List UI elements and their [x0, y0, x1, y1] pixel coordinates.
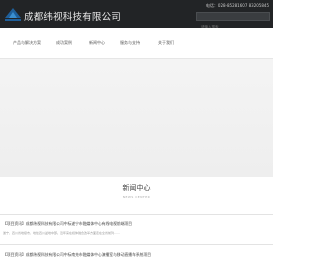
- nav-item-products[interactable]: 产品与解决方案: [13, 40, 41, 46]
- top-header-bar: 成都纬视科技有限公司 电话：028-85281607 83205845: [0, 0, 273, 31]
- search-box: [196, 12, 270, 31]
- news-item-summary: 遂宁，四川省地级市，地处四川盆地中部。近年来在媒体融合改革方面走在全省前列……: [3, 231, 121, 235]
- nav-item-about[interactable]: 关于我们: [158, 40, 174, 46]
- nav-item-service[interactable]: 服务与支持: [120, 40, 140, 46]
- nav-item-news[interactable]: 新闻中心: [89, 40, 105, 46]
- hero-banner: [0, 59, 273, 177]
- company-name: 成都纬视科技有限公司: [24, 12, 122, 23]
- news-item-title[interactable]: 【项目资讯】成都纬视科技有限公司中标南充市融媒体中心演播室与移动直播车系统项目: [3, 252, 151, 258]
- contact-phone: 电话：028-85281607 83205845: [205, 3, 269, 8]
- divider: [0, 244, 273, 245]
- company-logo[interactable]: [3, 4, 23, 24]
- nav-item-cases[interactable]: 成功案例: [56, 40, 72, 46]
- divider: [0, 214, 273, 215]
- section-title: 新闻中心: [122, 184, 151, 192]
- main-navigation: 产品与解决方案 成功案例 新闻中心 服务与支持 关于我们: [0, 28, 273, 59]
- section-subtitle: NEWS CENTER: [122, 195, 151, 199]
- news-item-title[interactable]: 【项目资讯】成都纬视科技有限公司中标遂宁市融媒体中心有线电视前端项目: [3, 221, 132, 227]
